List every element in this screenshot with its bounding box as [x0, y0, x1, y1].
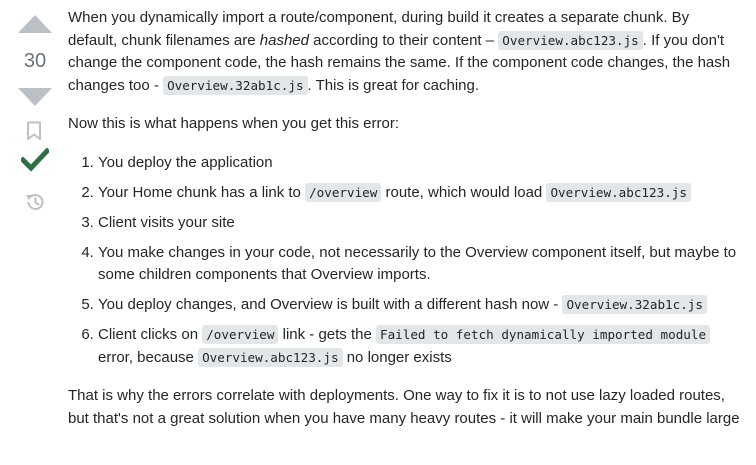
text: error, because	[98, 348, 199, 366]
checkmark-icon	[19, 147, 51, 172]
inline-code: Overview.abc123.js	[198, 347, 343, 367]
list-item: You deploy changes, and Overview is buil…	[98, 294, 740, 317]
triangle-up-icon	[18, 15, 52, 33]
inline-code: Overview.32ab1c.js	[163, 75, 308, 95]
list-item: You deploy the application	[98, 152, 740, 175]
text: route, which would load	[381, 183, 547, 201]
list-item: Client visits your site	[98, 212, 740, 235]
inline-code: Overview.32ab1c.js	[562, 295, 707, 314]
paragraph-intro: When you dynamically import a route/comp…	[68, 7, 740, 97]
inline-code: /overview	[305, 182, 382, 202]
bookmark-button[interactable]	[26, 121, 42, 141]
bookmark-icon	[27, 121, 41, 140]
list-item: You make changes in your code, not neces…	[98, 242, 740, 287]
paragraph-conclusion: That is why the errors correlate with de…	[68, 387, 740, 427]
accepted-answer-indicator	[19, 147, 51, 173]
list-item: Client clicks on /overview link - gets t…	[98, 324, 740, 369]
history-button[interactable]	[24, 191, 46, 213]
text: no longer exists	[342, 348, 452, 366]
paragraph-lead: Now this is what happens when you get th…	[68, 115, 400, 132]
text: according to their content –	[309, 31, 499, 49]
inline-code: Overview.abc123.js	[546, 182, 691, 202]
inline-code: Overview.abc123.js	[498, 30, 643, 50]
list-item: Your Home chunk has a link to /overview …	[98, 182, 740, 205]
inline-code: /overview	[202, 325, 279, 344]
inline-code: Failed to fetch dynamically imported mod…	[376, 325, 711, 344]
answer-body: When you dynamically import a route/comp…	[68, 7, 740, 430]
text: Client clicks on	[98, 326, 203, 343]
steps-list: You deploy the application Your Home chu…	[68, 152, 740, 370]
history-icon	[26, 194, 44, 210]
triangle-down-icon	[18, 88, 52, 106]
vote-count: 30	[23, 50, 47, 72]
text: link - gets the	[278, 326, 376, 343]
emphasis-text: hashed	[259, 31, 309, 49]
text: Your Home chunk has a link to	[98, 183, 306, 201]
text: You deploy changes, and Overview is buil…	[98, 296, 563, 313]
upvote-button[interactable]	[18, 15, 52, 33]
text: . This is great for caching.	[307, 76, 480, 94]
downvote-button[interactable]	[18, 88, 52, 106]
